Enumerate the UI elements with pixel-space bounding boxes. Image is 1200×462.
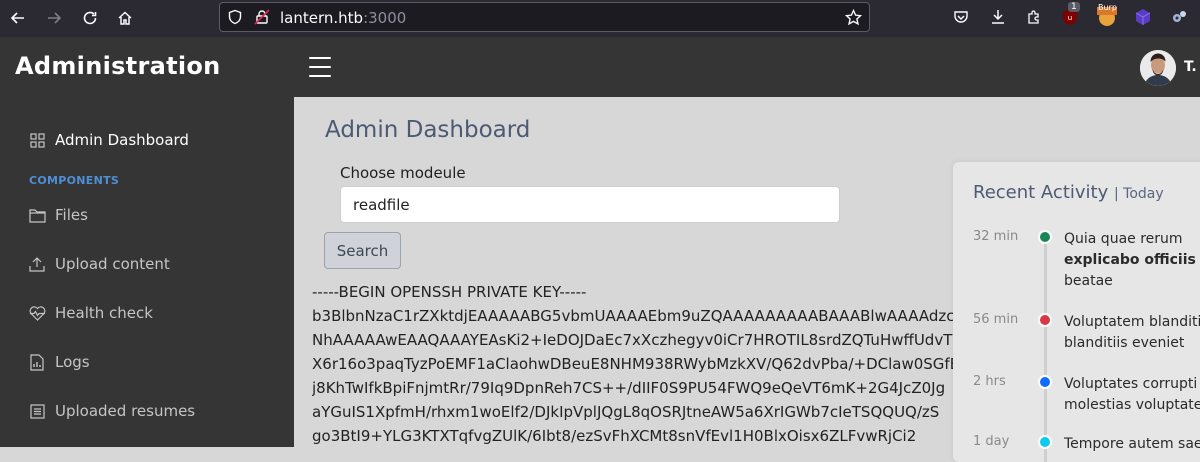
card-title: Recent Activity | Today: [973, 182, 1164, 203]
browser-toolbar: lantern.htb:3000 u 1 Burp: [0, 0, 1200, 37]
activity-line: Voluptatem blanditiis: [1064, 314, 1200, 330]
back-button[interactable]: [6, 6, 30, 30]
activity-line: beatae: [1064, 273, 1113, 289]
puzzle-icon: [1028, 10, 1039, 24]
recent-activity-card: Recent Activity | Today 32 min Quia quae…: [953, 162, 1200, 462]
activity-line: blanditiis eveniet: [1064, 335, 1185, 351]
page-title: Admin Dashboard: [325, 117, 531, 143]
hamburger-icon-bar: [309, 66, 331, 68]
ublock-button[interactable]: u 1: [1059, 2, 1081, 28]
output-line: -----BEGIN OPENSSH PRIVATE KEY-----: [312, 283, 587, 301]
svg-text:u: u: [1068, 14, 1072, 22]
sidebar-item-label: Upload content: [55, 255, 170, 273]
output-line: X6r16o3paqTyzPoEMF1aClaohwDBeuE8NHM938RW…: [312, 355, 969, 373]
output-line: b3BlbnNzaC1rZXktdjEAAAAABG5vbmUAAAAEbm9u…: [312, 307, 972, 325]
sidebar-item-uploaded-resumes[interactable]: Uploaded resumes: [28, 399, 195, 423]
menu-toggle-button[interactable]: [309, 57, 331, 77]
admin-header: Administration T.: [0, 37, 1200, 97]
hamburger-icon-bar: [309, 75, 331, 77]
sidebar-item-logs[interactable]: Logs: [28, 350, 90, 374]
url-bar[interactable]: lantern.htb:3000: [219, 2, 870, 32]
user-name[interactable]: T.: [1184, 59, 1197, 75]
wappalyzer-button[interactable]: [1168, 6, 1190, 28]
output-line: NhAAAAAwEAAQAAAYEAsKi2+IeDOJDaEc7xXczheg…: [312, 331, 962, 349]
activity-line: explicabo officiis: [1064, 250, 1200, 271]
url-text: lantern.htb:3000: [280, 9, 406, 27]
module-label: Choose modeule: [340, 164, 466, 182]
url-host: lantern.htb: [280, 9, 364, 27]
file-chart-icon: [28, 353, 46, 371]
list-icon: [28, 402, 46, 420]
activity-line: Voluptates corrupti: [1064, 376, 1198, 392]
home-icon: [118, 11, 132, 25]
sidebar-item-upload-content[interactable]: Upload content: [28, 252, 170, 276]
card-subtitle: | Today: [1113, 186, 1164, 202]
arrow-right-icon: [48, 12, 62, 24]
activity-line: Tempore autem saepe: [1064, 436, 1200, 452]
upload-icon: [28, 255, 46, 273]
sidebar-item-label: Admin Dashboard: [55, 131, 189, 149]
pocket-button[interactable]: [950, 6, 972, 28]
activity-text: Tempore autem saepe: [1064, 434, 1200, 455]
activity-line: molestias voluptatem: [1064, 397, 1200, 413]
reload-button[interactable]: [78, 6, 102, 30]
reload-icon: [83, 11, 97, 25]
home-button[interactable]: [113, 6, 137, 30]
activity-time: 2 hrs: [973, 374, 1006, 389]
extensions-button[interactable]: [1023, 6, 1045, 28]
arrow-left-icon: [10, 12, 24, 24]
download-icon: [992, 10, 1004, 24]
output-line: aYGuIS1XpfmH/rhxm1woElf2/DJkIpVplJQgL8qO…: [312, 403, 940, 421]
bookmark-star-icon[interactable]: [845, 9, 862, 26]
insecure-lock-icon: [254, 9, 270, 25]
burp-label: Burp: [1098, 3, 1117, 12]
folder-icon: [28, 206, 46, 224]
activity-dot: [1038, 313, 1052, 327]
activity-text: Quia quae rerum explicabo officiis beata…: [1064, 229, 1200, 292]
activity-dot: [1038, 230, 1052, 244]
sidebar: Admin Dashboard COMPONENTS Files Upload …: [0, 97, 294, 447]
sidebar-item-label: Health check: [55, 304, 153, 322]
activity-bold[interactable]: explicabo officiis: [1064, 252, 1196, 268]
foxyproxy-button[interactable]: [1132, 6, 1154, 28]
output-line: j8KhTwIfkBpiFnjmtRr/79Iq9DpnReh7CS++/dII…: [312, 379, 946, 397]
sidebar-item-admin-dashboard[interactable]: Admin Dashboard: [28, 128, 189, 152]
activity-text: Voluptatem blanditiis blanditiis eveniet: [1064, 312, 1200, 354]
avatar[interactable]: [1140, 50, 1176, 86]
shield-icon: [228, 9, 242, 25]
module-input[interactable]: [340, 186, 840, 223]
ublock-badge: 1: [1068, 2, 1080, 12]
downloads-button[interactable]: [987, 6, 1009, 28]
search-button[interactable]: Search: [324, 232, 401, 269]
output-line: go3BtI9+YLG3KTXTqfvgZUlK/6Ibt8/ezSvFhXCM…: [312, 427, 917, 445]
sidebar-item-label: Logs: [55, 353, 90, 371]
burp-button[interactable]: Burp: [1096, 3, 1118, 28]
activity-time: 32 min: [973, 229, 1019, 244]
main-content: Admin Dashboard Choose modeule Search --…: [294, 97, 1200, 462]
activity-line: Quia quae rerum: [1064, 231, 1183, 247]
gears-icon: [1173, 11, 1186, 22]
card-title-text: Recent Activity: [973, 182, 1109, 203]
sidebar-item-files[interactable]: Files: [28, 203, 88, 227]
brand-title[interactable]: Administration: [15, 52, 221, 80]
activity-text: Voluptates corrupti molestias voluptatem: [1064, 374, 1200, 416]
sidebar-item-label: Files: [55, 206, 88, 224]
hamburger-icon: [309, 57, 331, 59]
sidebar-heading: COMPONENTS: [29, 174, 120, 187]
pocket-icon: [954, 11, 968, 23]
activity-time: 56 min: [973, 312, 1019, 327]
sidebar-item-label: Uploaded resumes: [55, 402, 196, 420]
profile-photo-icon: [1140, 50, 1176, 86]
file-output: -----BEGIN OPENSSH PRIVATE KEY----- b3Bl…: [312, 280, 972, 448]
url-port: :3000: [363, 9, 407, 27]
timeline-line: [1044, 237, 1047, 462]
sidebar-item-health-check[interactable]: Health check: [28, 301, 153, 325]
cube-icon: [1135, 9, 1151, 25]
heart-pulse-icon: [28, 304, 46, 322]
grid-icon: [28, 131, 46, 149]
activity-dot: [1038, 375, 1052, 389]
forward-button[interactable]: [42, 6, 66, 30]
